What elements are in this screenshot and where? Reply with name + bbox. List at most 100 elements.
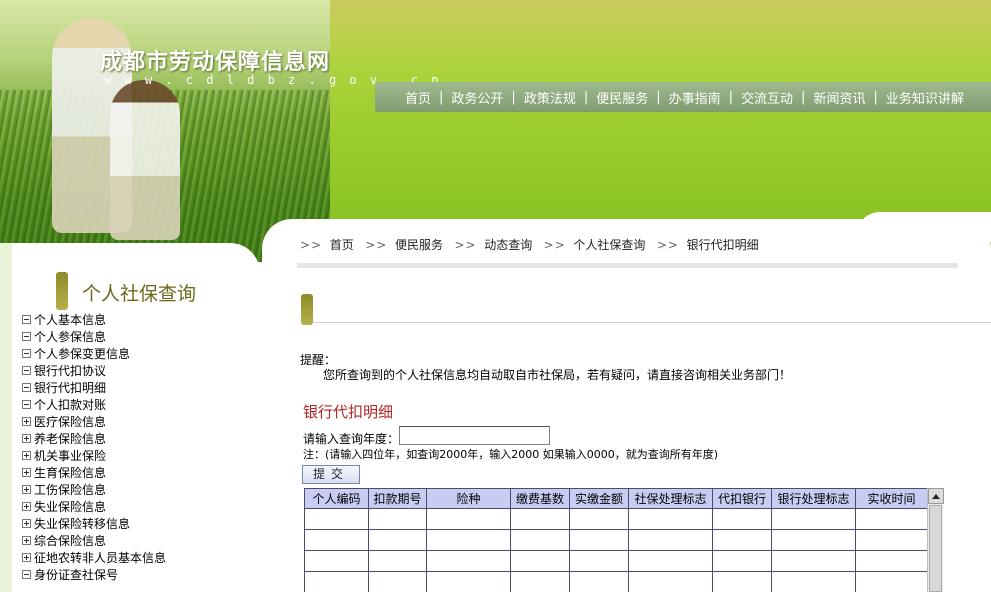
sidebar-item[interactable]: 征地农转非人员基本信息	[22, 549, 252, 566]
breadcrumb: >> 首页 >> 便民服务 >> 动态查询 >> 个人社保查询 >> 银行代扣明…	[300, 236, 770, 253]
table-column-header: 实缴金额	[569, 488, 629, 509]
plus-box-icon[interactable]	[22, 502, 31, 511]
sidebar-item-label: 生育保险信息	[34, 466, 107, 480]
submit-button[interactable]: 提交	[302, 465, 360, 484]
table-cell	[368, 508, 427, 530]
plus-box-icon[interactable]	[22, 553, 31, 562]
sidebar-item[interactable]: 个人参保信息	[22, 328, 252, 345]
minus-box-icon[interactable]	[22, 315, 31, 324]
table-column-header: 代扣银行	[712, 488, 772, 509]
table-cell	[510, 550, 570, 572]
table-column-header: 社保处理标志	[628, 488, 713, 509]
minus-box-icon[interactable]	[22, 332, 31, 341]
breadcrumb-item[interactable]: 银行代扣明细	[687, 238, 759, 252]
sidebar-item[interactable]: 失业保险转移信息	[22, 515, 252, 532]
sidebar-item-label: 工伤保险信息	[34, 483, 107, 497]
breadcrumb-item[interactable]: 个人社保查询	[573, 238, 645, 252]
sidebar-edge	[0, 243, 12, 592]
breadcrumb-arrow-icon: >>	[365, 238, 388, 252]
table-cell	[855, 550, 927, 572]
plus-box-icon[interactable]	[22, 417, 31, 426]
sidebar-item-label: 养老保险信息	[34, 432, 107, 446]
breadcrumb-arrow-icon: >>	[543, 238, 566, 252]
sidebar-item-label: 银行代扣协议	[34, 364, 107, 378]
sidebar-item[interactable]: 银行代扣协议	[22, 362, 252, 379]
table-cell	[855, 571, 927, 592]
sidebar-item-label: 个人参保变更信息	[34, 347, 131, 361]
table-cell	[712, 508, 772, 530]
table-cell	[771, 550, 856, 572]
plus-box-icon[interactable]	[22, 434, 31, 443]
table-cell	[304, 508, 369, 530]
minus-box-icon[interactable]	[22, 366, 31, 375]
sidebar-item[interactable]: 个人扣款对账	[22, 396, 252, 413]
table-cell	[569, 550, 629, 572]
sidebar-item-label: 个人基本信息	[34, 313, 107, 327]
table-cell	[426, 529, 511, 551]
table-column-header: 实收时间	[855, 488, 927, 509]
sidebar-item[interactable]: 银行代扣明细	[22, 379, 252, 396]
year-input[interactable]	[399, 426, 550, 445]
main-nav: 首页 | 政务公开 | 政策法规 | 便民服务 | 办事指南 | 交流互动 | 新闻资讯 | 业务知识讲解	[375, 82, 991, 112]
breadcrumb-item[interactable]: 动态查询	[484, 238, 532, 252]
breadcrumb-item[interactable]: 首页	[330, 238, 354, 252]
sidebar-item[interactable]: 工伤保险信息	[22, 481, 252, 498]
table-cell	[426, 571, 511, 592]
table-cell	[368, 529, 427, 551]
nav-item-7[interactable]: 业务知识讲解	[878, 88, 972, 107]
sidebar-item[interactable]: 医疗保险信息	[22, 413, 252, 430]
table-column-header: 扣款期号	[368, 488, 427, 509]
nav-item-0[interactable]: 首页	[397, 88, 439, 107]
table-cell	[628, 529, 713, 551]
nav-item-2[interactable]: 政策法规	[516, 88, 584, 107]
sidebar-item[interactable]: 身份证查社保号	[22, 566, 252, 583]
plus-box-icon[interactable]	[22, 536, 31, 545]
minus-box-icon[interactable]	[22, 400, 31, 409]
sidebar-item-label: 失业保险信息	[34, 500, 107, 514]
table-cell	[304, 529, 369, 551]
plus-box-icon[interactable]	[22, 468, 31, 477]
table-scrollbar[interactable]	[927, 488, 944, 592]
sidebar-item[interactable]: 综合保险信息	[22, 532, 252, 549]
table-column-header: 银行处理标志	[771, 488, 856, 509]
minus-box-icon[interactable]	[22, 349, 31, 358]
table-column-header: 缴费基数	[510, 488, 570, 509]
table-cell	[855, 508, 927, 530]
nav-item-3[interactable]: 便民服务	[588, 88, 656, 107]
minus-box-icon[interactable]	[22, 383, 31, 392]
minus-box-icon[interactable]	[22, 570, 31, 579]
sidebar-item[interactable]: 养老保险信息	[22, 430, 252, 447]
sidebar-title-marker	[56, 272, 68, 310]
table-cell	[628, 550, 713, 572]
nav-item-1[interactable]: 政务公开	[443, 88, 511, 107]
sidebar-item[interactable]: 失业保险信息	[22, 498, 252, 515]
sidebar-item[interactable]: 个人参保变更信息	[22, 345, 252, 362]
breadcrumb-arrow-icon: >>	[656, 238, 679, 252]
sidebar-item[interactable]: 生育保险信息	[22, 464, 252, 481]
sidebar-item[interactable]: 个人基本信息	[22, 311, 252, 328]
table-cell	[569, 508, 629, 530]
table-cell	[510, 529, 570, 551]
table-cell	[628, 571, 713, 592]
sidebar-item-label: 征地农转非人员基本信息	[34, 551, 167, 565]
table-cell	[712, 529, 772, 551]
table-row	[304, 508, 927, 530]
results-table-wrap: 个人编码 扣款期号 险种 缴费基数 实缴金额 社保处理标志 代扣银行 银行处理标志 实收时间	[304, 488, 927, 592]
plus-box-icon[interactable]	[22, 519, 31, 528]
plus-box-icon[interactable]	[22, 485, 31, 494]
table-column-header: 个人编码	[304, 488, 369, 509]
scroll-up-arrow-icon[interactable]	[928, 488, 944, 504]
nav-item-4[interactable]: 办事指南	[661, 88, 729, 107]
nav-item-5[interactable]: 交流互动	[733, 88, 801, 107]
nav-item-6[interactable]: 新闻资讯	[805, 88, 873, 107]
sidebar-item[interactable]: 机关事业保险	[22, 447, 252, 464]
scroll-thumb[interactable]	[929, 505, 942, 592]
sidebar-item-label: 身份证查社保号	[34, 568, 119, 582]
breadcrumb-divider	[297, 263, 958, 268]
sidebar-item-label: 医疗保险信息	[34, 415, 107, 429]
sidebar-title: 个人社保查询	[82, 283, 197, 305]
breadcrumb-item[interactable]: 便民服务	[395, 238, 443, 252]
plus-box-icon[interactable]	[22, 451, 31, 460]
table-cell	[569, 529, 629, 551]
year-note: 注：(请输入四位年，如查询2000年，输入2000 如果输入0000，就为查询所…	[303, 448, 719, 461]
